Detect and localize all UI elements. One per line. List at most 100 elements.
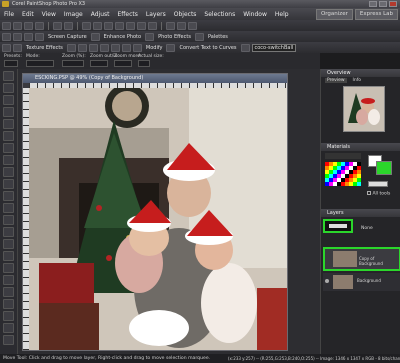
magic-wand-icon[interactable] — [3, 155, 14, 165]
mode-dropdown[interactable] — [26, 60, 54, 67]
crop-icon[interactable] — [90, 32, 100, 41]
maximize-button[interactable] — [379, 1, 387, 7]
palettes-button[interactable]: Palettes — [206, 34, 230, 40]
artistic-icon[interactable] — [13, 43, 22, 52]
edge-icon[interactable] — [88, 43, 98, 52]
print-icon[interactable] — [35, 21, 44, 30]
selection-tool-icon[interactable] — [3, 131, 14, 141]
makeover-icon[interactable] — [3, 179, 14, 189]
distort-icon[interactable] — [77, 43, 87, 52]
all-tools-checkbox[interactable] — [367, 191, 371, 195]
object-remover-icon[interactable] — [3, 215, 14, 225]
layer-row-selected[interactable]: Copy of Background — [323, 247, 400, 271]
image-window[interactable]: ESCKING.PSP @ 49% (Copy of Background) — [22, 73, 288, 351]
undo-icon[interactable] — [53, 21, 62, 30]
swatch-grid[interactable] — [325, 162, 361, 190]
pan-tool-icon[interactable] — [3, 71, 14, 81]
materials-tabs[interactable] — [325, 153, 361, 159]
clone-icon[interactable] — [3, 191, 14, 201]
zoom-field[interactable] — [62, 60, 84, 67]
histogram-icon[interactable] — [126, 21, 135, 30]
menu-window[interactable]: Window — [239, 11, 271, 18]
zoom-tool-icon[interactable] — [3, 83, 14, 93]
menu-view[interactable]: View — [38, 11, 60, 18]
color-swatch[interactable] — [357, 182, 361, 186]
frame-icon[interactable] — [121, 43, 131, 52]
opacity-slider[interactable] — [329, 224, 347, 228]
paste-icon[interactable] — [104, 21, 113, 30]
menu-effects[interactable]: Effects — [113, 11, 141, 18]
menu-edit[interactable]: Edit — [18, 11, 38, 18]
visibility-icon[interactable] — [325, 279, 329, 283]
capture-icon[interactable] — [35, 32, 44, 41]
dropper-icon[interactable] — [3, 167, 14, 177]
photo-effects-button[interactable]: Photo Effects — [156, 34, 193, 40]
zoom-out-in-buttons[interactable] — [90, 60, 108, 67]
menu-selections[interactable]: Selections — [200, 11, 239, 18]
menu-adjust[interactable]: Adjust — [87, 11, 114, 18]
menu-image[interactable]: Image — [60, 11, 87, 18]
screen-capture-button[interactable]: Screen Capture — [46, 34, 89, 40]
menu-layers[interactable]: Layers — [142, 11, 170, 18]
new-file-icon[interactable] — [2, 21, 11, 30]
blend-mode-dropdown[interactable]: None — [361, 226, 373, 231]
menu-help[interactable]: Help — [271, 11, 293, 18]
tab-preview[interactable]: Preview — [325, 78, 347, 83]
script-icon[interactable] — [137, 21, 146, 30]
picture-tube-icon[interactable] — [3, 275, 14, 285]
express-lab-tab[interactable]: Express Lab — [354, 9, 398, 20]
close-button[interactable] — [389, 1, 397, 7]
palette-icon[interactable] — [240, 43, 250, 52]
opacity-slider-highlight[interactable] — [323, 219, 353, 233]
photo-canvas[interactable] — [29, 88, 287, 350]
airbrush-icon[interactable] — [3, 239, 14, 249]
freehand-selection-icon[interactable] — [3, 143, 14, 153]
guides-icon[interactable] — [177, 21, 186, 30]
texture-icon[interactable] — [2, 43, 11, 52]
vector-icon[interactable] — [132, 43, 142, 52]
pen-tool-icon[interactable] — [3, 335, 14, 345]
lighten-darken-icon[interactable] — [3, 251, 14, 261]
effects-icon[interactable] — [145, 32, 155, 41]
geometric-icon[interactable] — [66, 43, 76, 52]
fill-icon[interactable] — [3, 299, 14, 309]
scanner-icon[interactable] — [13, 32, 22, 41]
overview-thumbnail[interactable] — [343, 86, 385, 132]
email-icon[interactable] — [24, 32, 33, 41]
layer-select-dropdown[interactable]: coco-switchBall — [251, 43, 297, 52]
camera-icon[interactable] — [2, 32, 11, 41]
layer-row[interactable]: Background — [323, 273, 400, 291]
brush-icon[interactable] — [194, 32, 204, 41]
grid-icon[interactable] — [166, 21, 175, 30]
text-tool-icon[interactable] — [3, 311, 14, 321]
tab-info[interactable]: Info — [353, 78, 362, 83]
texture-toggle[interactable] — [368, 181, 388, 187]
deform-tool-icon[interactable] — [3, 95, 14, 105]
minimize-button[interactable] — [369, 1, 377, 7]
modify-button[interactable]: Modify — [144, 45, 165, 51]
paint-brush-icon[interactable] — [3, 227, 14, 237]
redo-icon[interactable] — [64, 21, 73, 30]
organizer-tab[interactable]: Organizer — [315, 9, 353, 20]
menu-objects[interactable]: Objects — [170, 11, 201, 18]
cut-icon[interactable] — [82, 21, 91, 30]
enhance-photo-button[interactable]: Enhance Photo — [102, 34, 143, 40]
light-icon[interactable] — [99, 43, 109, 52]
scratch-remover-icon[interactable] — [3, 203, 14, 213]
move-tool-icon[interactable] — [3, 119, 14, 129]
rulers-icon[interactable] — [188, 21, 197, 30]
zoom-more-buttons[interactable] — [114, 60, 132, 67]
texture-effects-button[interactable]: Texture Effects — [24, 45, 65, 51]
save-icon[interactable] — [24, 21, 33, 30]
run-script-icon[interactable] — [148, 21, 157, 30]
copy-icon[interactable] — [93, 21, 102, 30]
convert-text-button[interactable]: Convert Text to Curves — [177, 45, 238, 51]
layers-toggle-icon[interactable] — [115, 21, 124, 30]
menu-file[interactable]: File — [0, 11, 18, 18]
open-file-icon[interactable] — [13, 21, 22, 30]
color-replacer-icon[interactable] — [3, 287, 14, 297]
reflect-icon[interactable] — [110, 43, 120, 52]
eraser-icon[interactable] — [3, 263, 14, 273]
crop-tool-icon[interactable] — [3, 107, 14, 117]
text-curve-icon[interactable] — [166, 43, 176, 52]
